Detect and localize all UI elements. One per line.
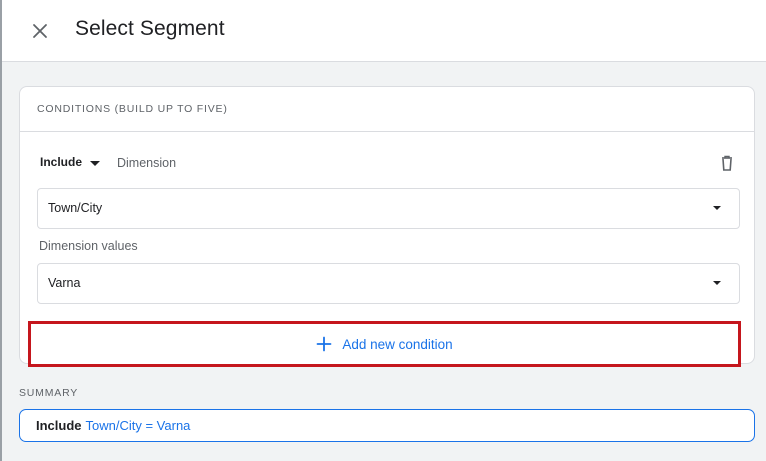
- summary-heading: SUMMARY: [19, 387, 79, 399]
- select-segment-panel: Select Segment CONDITIONS (BUILD UP TO F…: [0, 0, 766, 461]
- delete-condition-button[interactable]: [718, 154, 736, 172]
- summary-condition: Town/City = Varna: [85, 418, 191, 433]
- page-title: Select Segment: [75, 17, 225, 40]
- dropdown-arrow-icon: [713, 206, 721, 210]
- conditions-heading: CONDITIONS (BUILD UP TO FIVE): [37, 103, 228, 115]
- close-button[interactable]: [28, 19, 52, 43]
- dimension-values-label: Dimension values: [39, 239, 138, 253]
- dimension-select-value: Town/City: [48, 201, 103, 215]
- dimension-values-select[interactable]: Varna: [37, 263, 740, 304]
- include-label: Include: [40, 155, 83, 169]
- panel-header: Select Segment: [2, 0, 766, 62]
- summary-include: Include: [36, 418, 82, 433]
- dimension-label: Dimension: [117, 156, 177, 170]
- trash-icon: [722, 155, 732, 171]
- add-new-condition-button[interactable]: Add new condition: [28, 321, 741, 367]
- close-icon: [33, 24, 47, 38]
- add-new-condition-label: Add new condition: [342, 336, 453, 352]
- summary-box: Include Town/City = Varna: [19, 409, 755, 442]
- dimension-select[interactable]: Town/City: [37, 188, 740, 229]
- caret-down-icon: [90, 160, 101, 166]
- dimension-values-select-value: Varna: [48, 276, 81, 290]
- dropdown-arrow-icon: [713, 281, 721, 285]
- plus-icon: [316, 336, 332, 352]
- conditions-card: CONDITIONS (BUILD UP TO FIVE) Include Di…: [19, 86, 755, 367]
- divider: [20, 131, 754, 132]
- include-dropdown[interactable]: Include: [40, 155, 101, 169]
